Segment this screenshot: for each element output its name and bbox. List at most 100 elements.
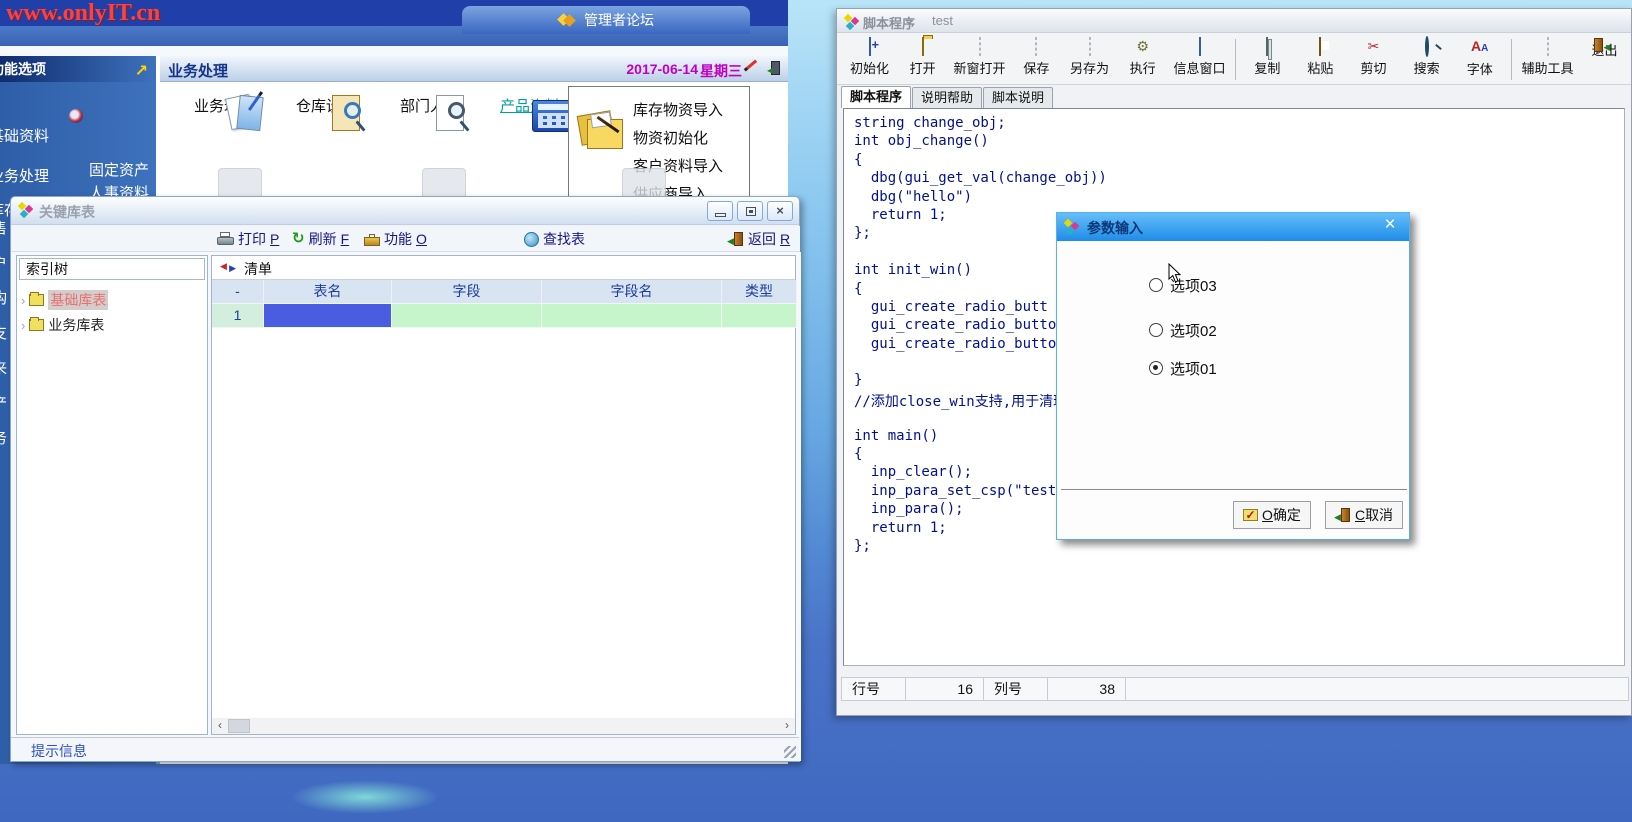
script-toolbar: + 初始化 打开 新窗打开 保存 另存为 ⚙ 执行	[837, 33, 1631, 85]
exit-door-icon: ◀	[728, 232, 744, 247]
grid-header-cell[interactable]: 字段名	[542, 280, 722, 304]
restore-button[interactable]	[737, 201, 763, 221]
line-number-label: 行号	[842, 678, 906, 700]
radio-icon[interactable]	[1149, 278, 1163, 292]
code-line: dbg(gui_get_val(change_obj))	[854, 170, 1624, 188]
app-diamonds-icon	[844, 14, 862, 30]
copy-button[interactable]: 复制	[1241, 35, 1294, 84]
disabled-icon	[979, 37, 981, 56]
grid-cell[interactable]	[722, 304, 797, 328]
sidebar-header-label: 功能选项	[0, 61, 46, 77]
resize-grip[interactable]	[784, 746, 796, 758]
pencil-icon[interactable]	[744, 60, 757, 72]
aux-tools-button: 辅助工具	[1517, 35, 1578, 84]
shortcut-warehouse-setup[interactable]: 仓库设置	[284, 92, 368, 116]
radio-icon[interactable]	[1149, 323, 1163, 337]
radio-icon-checked[interactable]	[1149, 361, 1163, 375]
import-link-material[interactable]: 物资初始化	[633, 127, 708, 148]
sidebar-edge-char: 售	[0, 217, 10, 238]
save-button: 保存	[1010, 35, 1063, 84]
radio-option-02[interactable]: 选项02	[1149, 320, 1217, 340]
expand-caret-icon[interactable]: ›	[21, 293, 25, 308]
folder-icon	[29, 319, 44, 331]
scroll-left-arrow[interactable]: ‹	[212, 718, 228, 734]
tab-help[interactable]: 说明帮助	[912, 87, 982, 108]
script-doc-name: test	[932, 13, 953, 28]
row-number-cell[interactable]: 1	[212, 304, 264, 328]
sidebar-item-base-data[interactable]: 基础资料	[0, 125, 67, 146]
find-table-label: 查找表	[543, 229, 585, 249]
cancel-button[interactable]: ◀ C取消	[1325, 501, 1403, 529]
script-titlebar[interactable]: 脚本程序 test	[837, 9, 1631, 33]
scrollbar-thumb[interactable]	[228, 719, 250, 733]
sidebar-edge-char: 务	[0, 427, 10, 448]
shortcut-business-env[interactable]: 业务环境	[182, 92, 266, 116]
sidebar-edge-char: 构	[0, 287, 10, 308]
grid-header-cell[interactable]: 类型	[722, 280, 797, 304]
shortcut-product-data[interactable]: 产品资料	[488, 92, 572, 116]
back-button[interactable]: ◀ 返回R	[728, 229, 790, 249]
cancel-label: 取消	[1365, 507, 1393, 523]
paste-button[interactable]: 粘贴	[1294, 35, 1347, 84]
code-line: };	[854, 538, 1624, 556]
tree-item-base-tables[interactable]: › 基础库表	[21, 290, 108, 310]
sidebar-edge-char: 产	[0, 392, 10, 413]
close-button[interactable]: ×	[767, 201, 793, 221]
index-tree-header: 索引树	[19, 258, 205, 280]
grid-header-cell[interactable]: 字段	[392, 280, 542, 304]
radio-label: 选项02	[1170, 320, 1217, 341]
toolbar-separator	[1511, 39, 1512, 80]
import-link-stock[interactable]: 库存物资导入	[633, 99, 723, 120]
admin-forum-banner[interactable]: 管理者论坛	[462, 6, 750, 34]
cut-button[interactable]: ✂ 剪切	[1347, 35, 1400, 84]
code-line: {	[854, 152, 1624, 170]
function-button[interactable]: 功能O	[364, 229, 427, 249]
search-button[interactable]: 搜索	[1400, 35, 1453, 84]
scroll-right-arrow[interactable]: ›	[779, 718, 795, 734]
key-tables-statusbar: 提示信息	[11, 737, 799, 761]
grid-header-cell[interactable]: 表名	[264, 280, 392, 304]
tab-script-program[interactable]: 脚本程序	[841, 86, 911, 108]
grid-cell[interactable]	[392, 304, 542, 328]
column-number-value: 38	[1048, 678, 1126, 700]
open-folder-icon	[922, 37, 924, 56]
paste-icon	[1319, 37, 1321, 56]
grid-header-cell[interactable]: -	[212, 280, 264, 304]
find-table-button[interactable]: 查找表	[524, 229, 585, 249]
function-label: 功能	[384, 229, 412, 249]
minimize-button[interactable]	[707, 201, 733, 221]
toolbar-separator	[1235, 39, 1236, 80]
grid-data-row: 1	[212, 304, 797, 328]
tree-item-label: 基础库表	[48, 290, 108, 310]
dialog-close-icon[interactable]: ×	[1379, 214, 1401, 236]
exit-button[interactable]: ◀ 退出	[1578, 35, 1631, 84]
script-window-title: 脚本程序	[863, 13, 915, 32]
refresh-button[interactable]: ↻ 刷新F	[292, 229, 349, 249]
dialog-titlebar[interactable]: 参数输入 ×	[1057, 213, 1409, 241]
run-button[interactable]: ⚙ 执行	[1116, 35, 1169, 84]
horizontal-scrollbar[interactable]: ‹ ›	[212, 718, 795, 734]
shortcut-department-staff[interactable]: 部门人员	[388, 92, 472, 116]
folder-pen-icon	[577, 109, 625, 151]
mouse-cursor	[1168, 263, 1183, 289]
expand-caret-icon[interactable]: ›	[21, 318, 25, 333]
key-tables-titlebar[interactable]: 关键库表 ×	[11, 197, 799, 225]
handshake-icon	[558, 13, 576, 27]
grid-cell[interactable]	[542, 304, 722, 328]
dialog-footer-separator	[1061, 489, 1407, 491]
tab-script-notes[interactable]: 脚本说明	[983, 87, 1053, 108]
key-tables-toolbar: 打印P ↻ 刷新F 功能O 查找表 ◀ 返回R	[12, 226, 800, 252]
disabled-icon	[1547, 37, 1549, 56]
print-button[interactable]: 打印P	[217, 229, 279, 249]
selected-cell[interactable]	[264, 304, 392, 328]
info-window-button[interactable]: 信息窗口	[1169, 35, 1230, 84]
init-button[interactable]: + 初始化	[843, 35, 896, 84]
exit-icon[interactable]: ◀	[771, 61, 780, 75]
font-button[interactable]: AA 字体	[1453, 35, 1506, 84]
radio-option-01[interactable]: 选项01	[1149, 358, 1217, 378]
sidebar-edge-char: 户	[0, 252, 10, 273]
open-button[interactable]: 打开	[896, 35, 949, 84]
ok-button[interactable]: ✓ O确定	[1233, 501, 1311, 529]
tree-item-business-tables[interactable]: › 业务库表	[21, 315, 104, 335]
disabled-icon	[1089, 37, 1091, 56]
